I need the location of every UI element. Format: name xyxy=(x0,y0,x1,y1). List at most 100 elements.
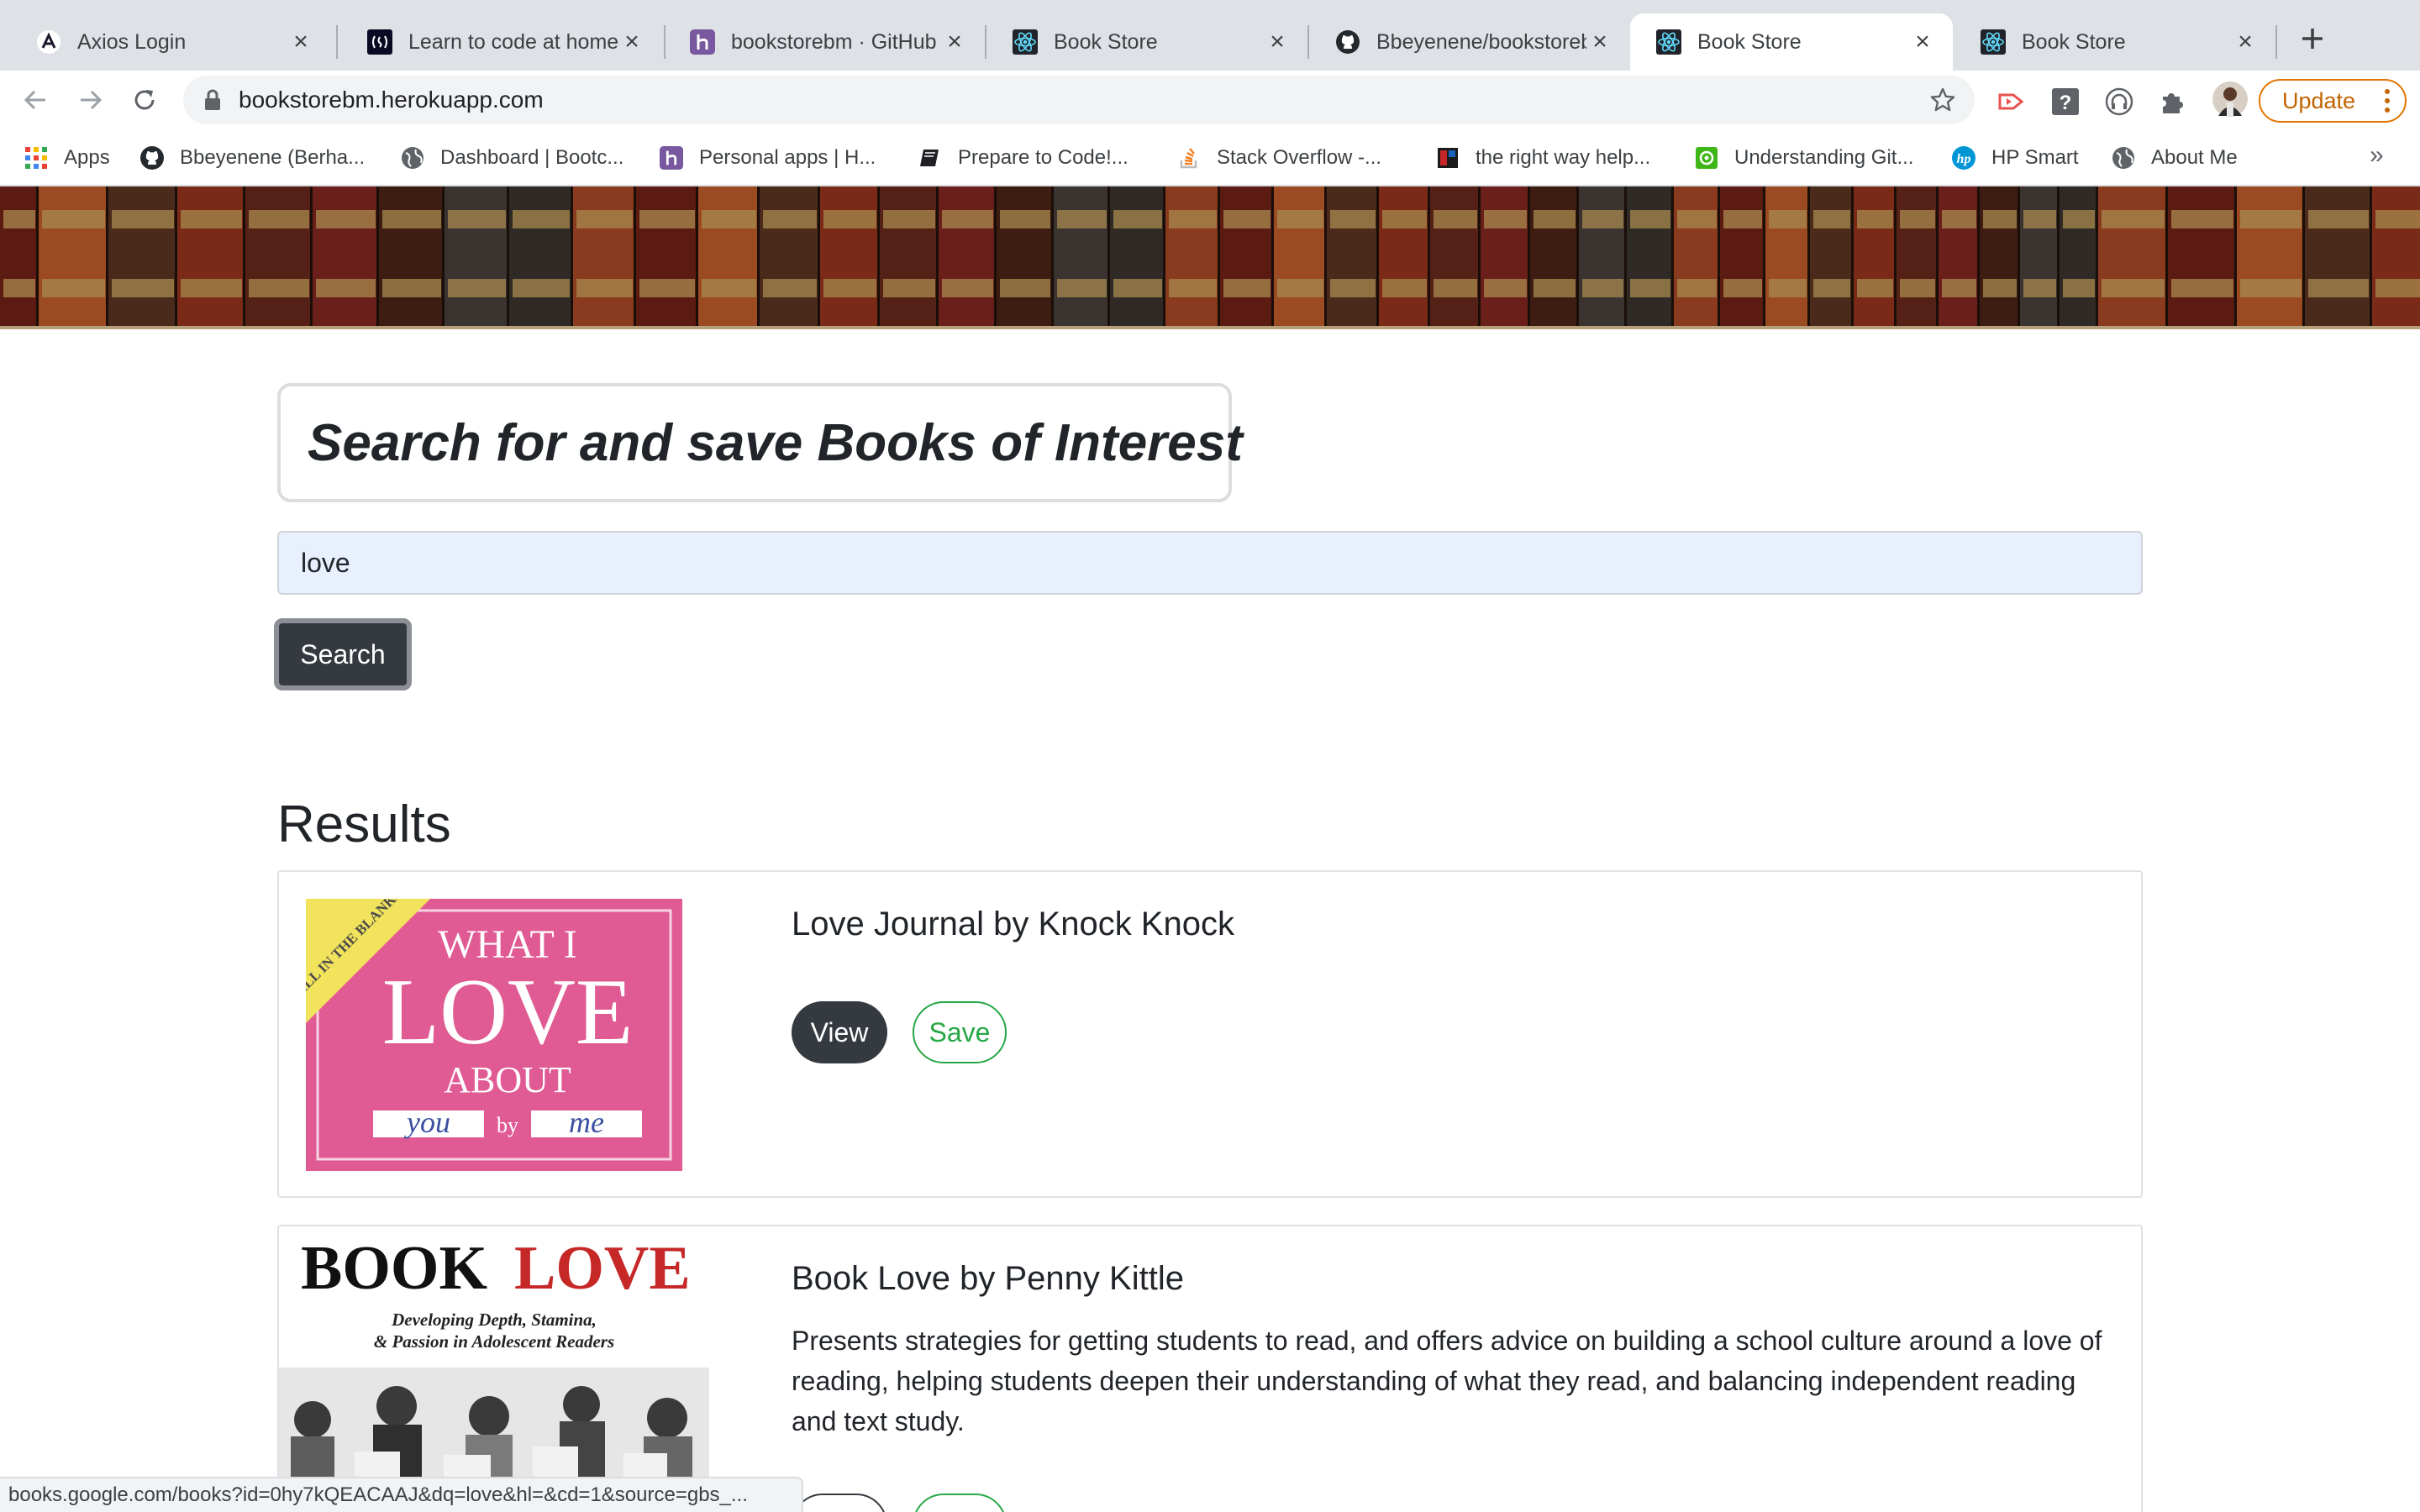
bookmark-github-profile[interactable]: Bbeyenene (Berha... xyxy=(139,142,365,174)
bookmark-prepare-to-code[interactable]: Prepare to Code!... xyxy=(918,142,1128,174)
close-icon[interactable]: × xyxy=(2232,28,2259,55)
book-spine xyxy=(2237,186,2305,326)
extension-headphones-icon[interactable] xyxy=(2104,87,2134,117)
book-spine xyxy=(573,186,636,326)
bookmark-hp-smart[interactable]: hp HP Smart xyxy=(1951,142,2079,174)
close-icon[interactable]: × xyxy=(287,28,314,55)
bookmark-understanding-git[interactable]: Understanding Git... xyxy=(1694,142,1913,174)
react-icon xyxy=(1012,29,1039,55)
cover-line3: ABOUT xyxy=(444,1059,571,1100)
book-spine xyxy=(2098,186,2168,326)
book-spine xyxy=(1481,186,1530,326)
tab-freecodecamp[interactable]: Learn to code at home × xyxy=(341,13,662,71)
search-button[interactable]: Search xyxy=(274,618,412,690)
tab-github-repo[interactable]: Bbeyenene/bookstorebm × xyxy=(1309,13,1630,71)
extension-help-icon[interactable]: ? xyxy=(2050,87,2081,117)
close-icon[interactable]: × xyxy=(618,28,645,55)
book-spine xyxy=(1939,186,1980,326)
profile-avatar[interactable] xyxy=(2212,81,2249,118)
spine-gap xyxy=(757,186,760,326)
spine-band xyxy=(2102,279,2165,297)
bookmarks-overflow-chevron[interactable]: » xyxy=(2370,141,2384,170)
forward-button[interactable] xyxy=(76,85,106,115)
star-icon[interactable] xyxy=(1929,87,1956,113)
tab-book-store[interactable]: Book Store × xyxy=(1954,13,2275,71)
book-title: Book Love by Penny Kittle xyxy=(792,1260,1184,1297)
bookmark-right-way[interactable]: the right way help... xyxy=(1435,142,1650,174)
spine-band xyxy=(1900,210,1935,228)
book-spine xyxy=(760,186,820,326)
save-button[interactable]: Save xyxy=(913,1001,1007,1063)
spine-band xyxy=(1057,210,1107,228)
spine-band xyxy=(1857,279,1893,297)
spine-gap xyxy=(1376,186,1379,326)
cover-subtitle2: & Passion in Adolescent Readers xyxy=(374,1331,614,1352)
bookmark-stack-overflow[interactable]: Stack Overflow -... xyxy=(1176,142,1381,174)
spine-gap xyxy=(1051,186,1054,326)
globe-icon xyxy=(400,145,425,171)
more-vertical-icon xyxy=(2385,89,2390,113)
book-cover-image[interactable]: YOU FILL IN THE BLANKS WHAT I LOVE ABOUT… xyxy=(279,885,682,1171)
close-icon[interactable]: × xyxy=(1264,28,1291,55)
spine-band xyxy=(702,210,756,228)
close-icon[interactable]: × xyxy=(941,28,968,55)
globe-icon xyxy=(2111,145,2136,171)
spine-band xyxy=(2308,210,2369,228)
cover-by: by xyxy=(497,1113,518,1137)
view-button[interactable]: View xyxy=(792,1494,887,1512)
spine-gap xyxy=(1763,186,1765,326)
spine-band xyxy=(112,279,174,297)
heroku-icon xyxy=(689,29,716,55)
update-button[interactable]: Update xyxy=(2259,79,2407,123)
spine-band xyxy=(2063,279,2095,297)
puzzle-icon[interactable] xyxy=(2158,87,2188,117)
spine-band xyxy=(1223,210,1270,228)
book-cover-image[interactable]: BOOK LOVE Developing Depth, Stamina, & P… xyxy=(279,1226,709,1512)
extension-video-icon[interactable] xyxy=(1996,87,2027,117)
book-spine xyxy=(1327,186,1379,326)
bookmark-dashboard[interactable]: Dashboard | Bootc... xyxy=(400,142,623,174)
tab-separator xyxy=(336,25,338,59)
spine-band xyxy=(883,279,935,297)
back-button[interactable] xyxy=(20,85,50,115)
book-spine xyxy=(1165,186,1220,326)
view-button[interactable]: View xyxy=(792,1001,887,1063)
book-description: Presents strategies for getting students… xyxy=(792,1326,2102,1436)
spine-band xyxy=(763,210,817,228)
spine-band xyxy=(316,279,376,297)
spine-band xyxy=(2375,210,2420,228)
cover-word2: LOVE xyxy=(514,1234,691,1303)
bookmark-personal-apps[interactable]: Personal apps | H... xyxy=(659,142,876,174)
book-spine xyxy=(1627,186,1674,326)
spine-band xyxy=(3,279,35,297)
address-bar[interactable]: bookstorebm.herokuapp.com xyxy=(183,76,1975,124)
spine-gap xyxy=(1324,186,1327,326)
tab-heroku-github[interactable]: bookstorebm · GitHub × xyxy=(664,13,985,71)
tab-book-store[interactable]: Book Store × xyxy=(986,13,1307,71)
close-icon[interactable]: × xyxy=(1586,28,1613,55)
bookmark-apps[interactable]: Apps xyxy=(24,142,110,174)
new-tab-button[interactable] xyxy=(2296,22,2329,55)
tab-axios-login[interactable]: Axios Login × xyxy=(10,13,331,71)
bookmark-about-me[interactable]: About Me xyxy=(2111,142,2238,174)
book-spine xyxy=(177,186,245,326)
spine-band xyxy=(1382,279,1427,297)
spine-band xyxy=(1000,279,1050,297)
spine-band xyxy=(942,210,993,228)
save-button[interactable]: Save xyxy=(913,1494,1007,1512)
spine-gap xyxy=(1107,186,1110,326)
spine-band xyxy=(1277,279,1323,297)
reload-button[interactable] xyxy=(129,85,160,115)
spine-gap xyxy=(634,186,636,326)
book-spine xyxy=(1530,186,1579,326)
spine-band xyxy=(1582,210,1623,228)
arrow-left-icon xyxy=(24,90,45,110)
spine-gap xyxy=(1428,186,1430,326)
spine-gap xyxy=(2370,186,2372,326)
search-input[interactable] xyxy=(277,531,2143,595)
tab-book-store-active[interactable]: Book Store × xyxy=(1630,13,1953,71)
spine-gap xyxy=(1851,186,1854,326)
close-icon[interactable]: × xyxy=(1909,28,1936,55)
lock-icon[interactable] xyxy=(200,87,225,113)
spine-band xyxy=(1277,210,1323,228)
